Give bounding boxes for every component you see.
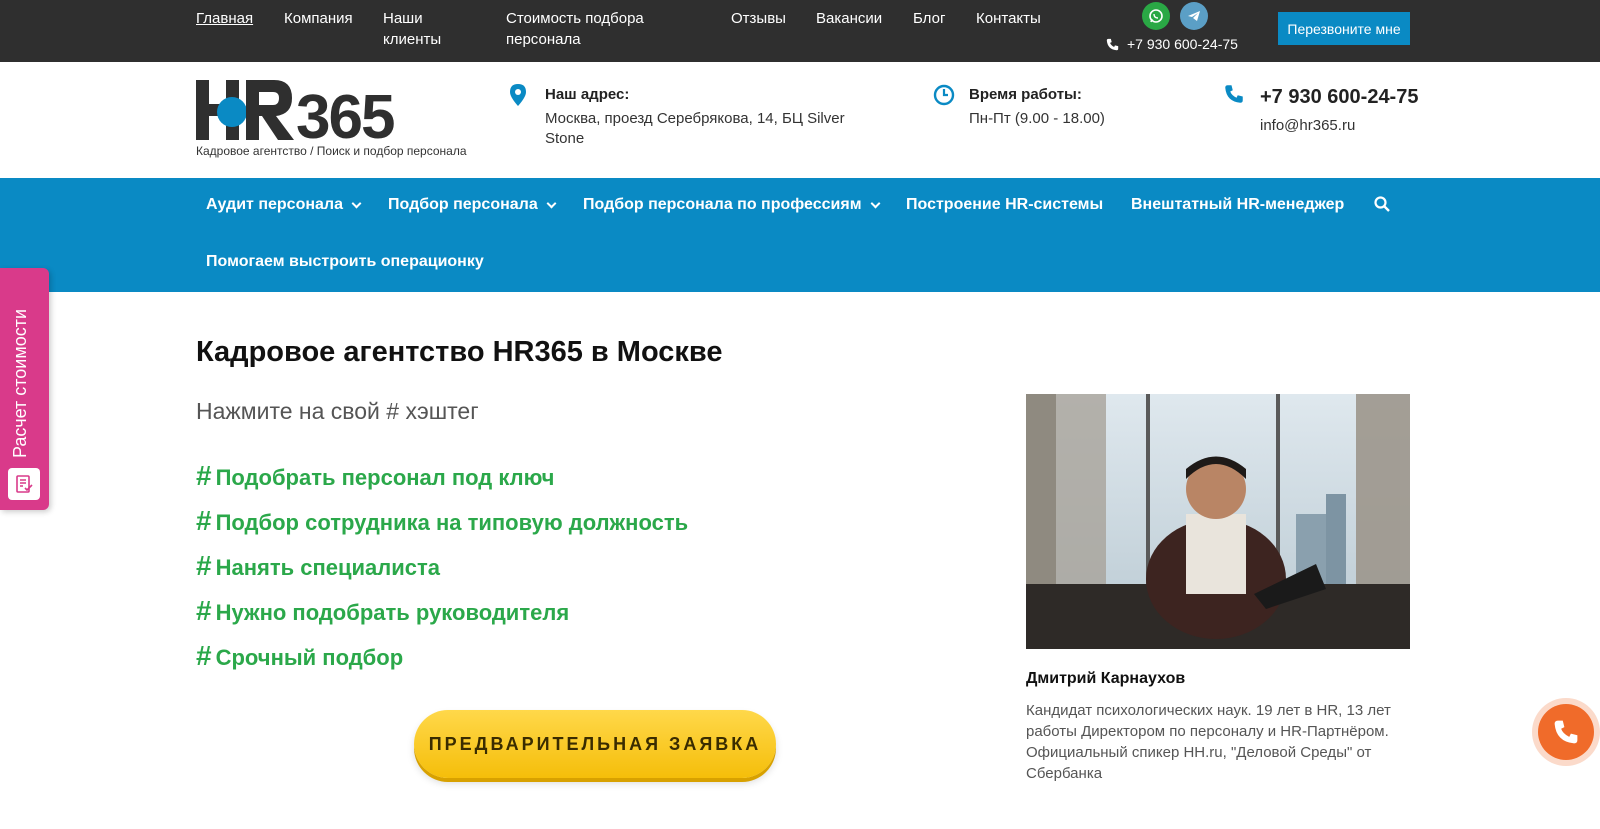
main-nav: Аудит персонала Подбор персонала Подбор … <box>0 178 1600 292</box>
hashtag-urgent[interactable]: # Срочный подбор <box>196 640 688 685</box>
hashtag-list: # Подобрать персонал под ключ # Подбор сот… <box>196 460 688 685</box>
page-subtitle: Нажмите на свой # хэштег <box>196 398 479 424</box>
search-icon[interactable] <box>1374 196 1390 212</box>
map-pin-icon <box>510 84 526 111</box>
callback-button[interactable]: Перезвоните мне <box>1278 12 1410 45</box>
svg-text:365: 365 <box>296 83 394 142</box>
address-title: Наш адрес: <box>545 86 630 103</box>
nav-freelance-hr[interactable]: Внештатный HR-менеджер <box>1131 196 1344 214</box>
clock-icon <box>933 84 955 111</box>
logo[interactable]: 365 <box>196 78 408 152</box>
hours-title: Время работы: <box>969 86 1082 103</box>
top-nav-contacts[interactable]: Контакты <box>976 8 1041 29</box>
nav-freelance-hr-label: Внештатный HR-менеджер <box>1131 196 1345 213</box>
top-bar: Главная Компания Наши клиенты Стоимость … <box>0 0 1600 62</box>
hashtag-label: Подбор сотрудника на типовую должность <box>215 510 689 535</box>
hashtag-label: Нанять специалиста <box>215 555 441 580</box>
hours-text: Пн-Пт (9.00 - 18.00) <box>969 110 1105 127</box>
top-nav-clients[interactable]: Наши клиенты <box>383 8 463 50</box>
hash-icon: # <box>196 460 212 491</box>
hashtag-label: Срочный подбор <box>215 645 404 670</box>
nav-recruitment[interactable]: Подбор персонала <box>388 196 557 214</box>
hash-icon: # <box>196 505 212 536</box>
hash-icon: # <box>196 595 212 626</box>
hash-icon: # <box>196 550 212 581</box>
top-nav-pricing[interactable]: Стоимость подбора персонала <box>506 8 666 50</box>
preliminary-request-button[interactable]: ПРЕДВАРИТЕЛЬНАЯ ЗАЯВКА <box>414 710 776 778</box>
telegram-icon[interactable] <box>1180 2 1208 30</box>
hashtag-label: Подобрать персонал под ключ <box>215 465 555 490</box>
page-title: Кадровое агентство HR365 в Москве <box>196 336 723 368</box>
hashtag-turnkey[interactable]: # Подобрать персонал под ключ <box>196 460 688 505</box>
top-phone[interactable]: +7 930 600-24-75 <box>1106 36 1238 52</box>
nav-by-profession[interactable]: Подбор персонала по профессиям <box>583 196 880 214</box>
cost-calc-label: Расчет стоимости <box>10 308 30 458</box>
checklist-icon <box>8 468 40 500</box>
chevron-down-icon <box>546 198 557 208</box>
top-phone-number: +7 930 600-24-75 <box>1127 36 1238 52</box>
hr365-logo: 365 <box>196 80 396 152</box>
address-text: Москва, проезд Серебрякова, 14, БЦ Silve… <box>545 110 845 147</box>
chevron-down-icon <box>351 198 362 208</box>
whatsapp-icon[interactable] <box>1142 2 1170 30</box>
bio-text: Кандидат психологических наук. 19 лет в … <box>1026 702 1391 782</box>
bio-name: Дмитрий Карнаухов <box>1026 670 1186 687</box>
top-nav-company[interactable]: Компания <box>284 8 353 29</box>
hours-block: Время работы: Пн-Пт (9.00 - 18.00) <box>969 86 1169 129</box>
phone-icon <box>1554 720 1578 744</box>
hashtag-label: Нужно подобрать руководителя <box>215 600 570 625</box>
top-nav-blog[interactable]: Блог <box>913 8 945 29</box>
nav-audit-label: Аудит персонала <box>206 196 343 213</box>
nav-audit[interactable]: Аудит персонала <box>206 196 362 214</box>
nav-operations[interactable]: Помогаем выстроить операционку <box>206 253 484 271</box>
nav-hr-system-label: Построение HR-системы <box>906 196 1104 213</box>
nav-hr-system[interactable]: Построение HR-системы <box>906 196 1103 214</box>
top-nav-reviews[interactable]: Отзывы <box>731 8 786 29</box>
phone-icon <box>1106 38 1119 50</box>
nav-by-profession-label: Подбор персонала по профессиям <box>583 196 862 213</box>
hashtag-manager[interactable]: # Нужно подобрать руководителя <box>196 595 688 640</box>
header-phone[interactable]: +7 930 600-24-75 <box>1260 86 1420 109</box>
cost-calc-tab[interactable]: Расчет стоимости <box>0 268 49 510</box>
floating-call-button[interactable] <box>1538 704 1594 760</box>
hash-icon: # <box>196 640 212 671</box>
portrait-photo <box>1026 394 1410 649</box>
nav-recruitment-label: Подбор персонала <box>388 196 538 213</box>
logo-tagline: Кадровое агентство / Поиск и подбор перс… <box>196 144 467 158</box>
hashtag-typical-position[interactable]: # Подбор сотрудника на типовую должность <box>196 505 688 550</box>
hashtag-hire-specialist[interactable]: # Нанять специалиста <box>196 550 688 595</box>
chevron-down-icon <box>870 198 880 208</box>
nav-operations-label: Помогаем выстроить операционку <box>206 253 484 270</box>
top-nav-vacancies[interactable]: Вакансии <box>816 8 882 29</box>
phone-icon <box>1224 84 1244 109</box>
contact-block: +7 930 600-24-75 info@hr365.ru <box>1260 86 1420 134</box>
top-nav-home[interactable]: Главная <box>196 8 253 29</box>
address-block: Наш адрес: Москва, проезд Серебрякова, 1… <box>545 86 855 149</box>
header-email[interactable]: info@hr365.ru <box>1260 117 1420 134</box>
